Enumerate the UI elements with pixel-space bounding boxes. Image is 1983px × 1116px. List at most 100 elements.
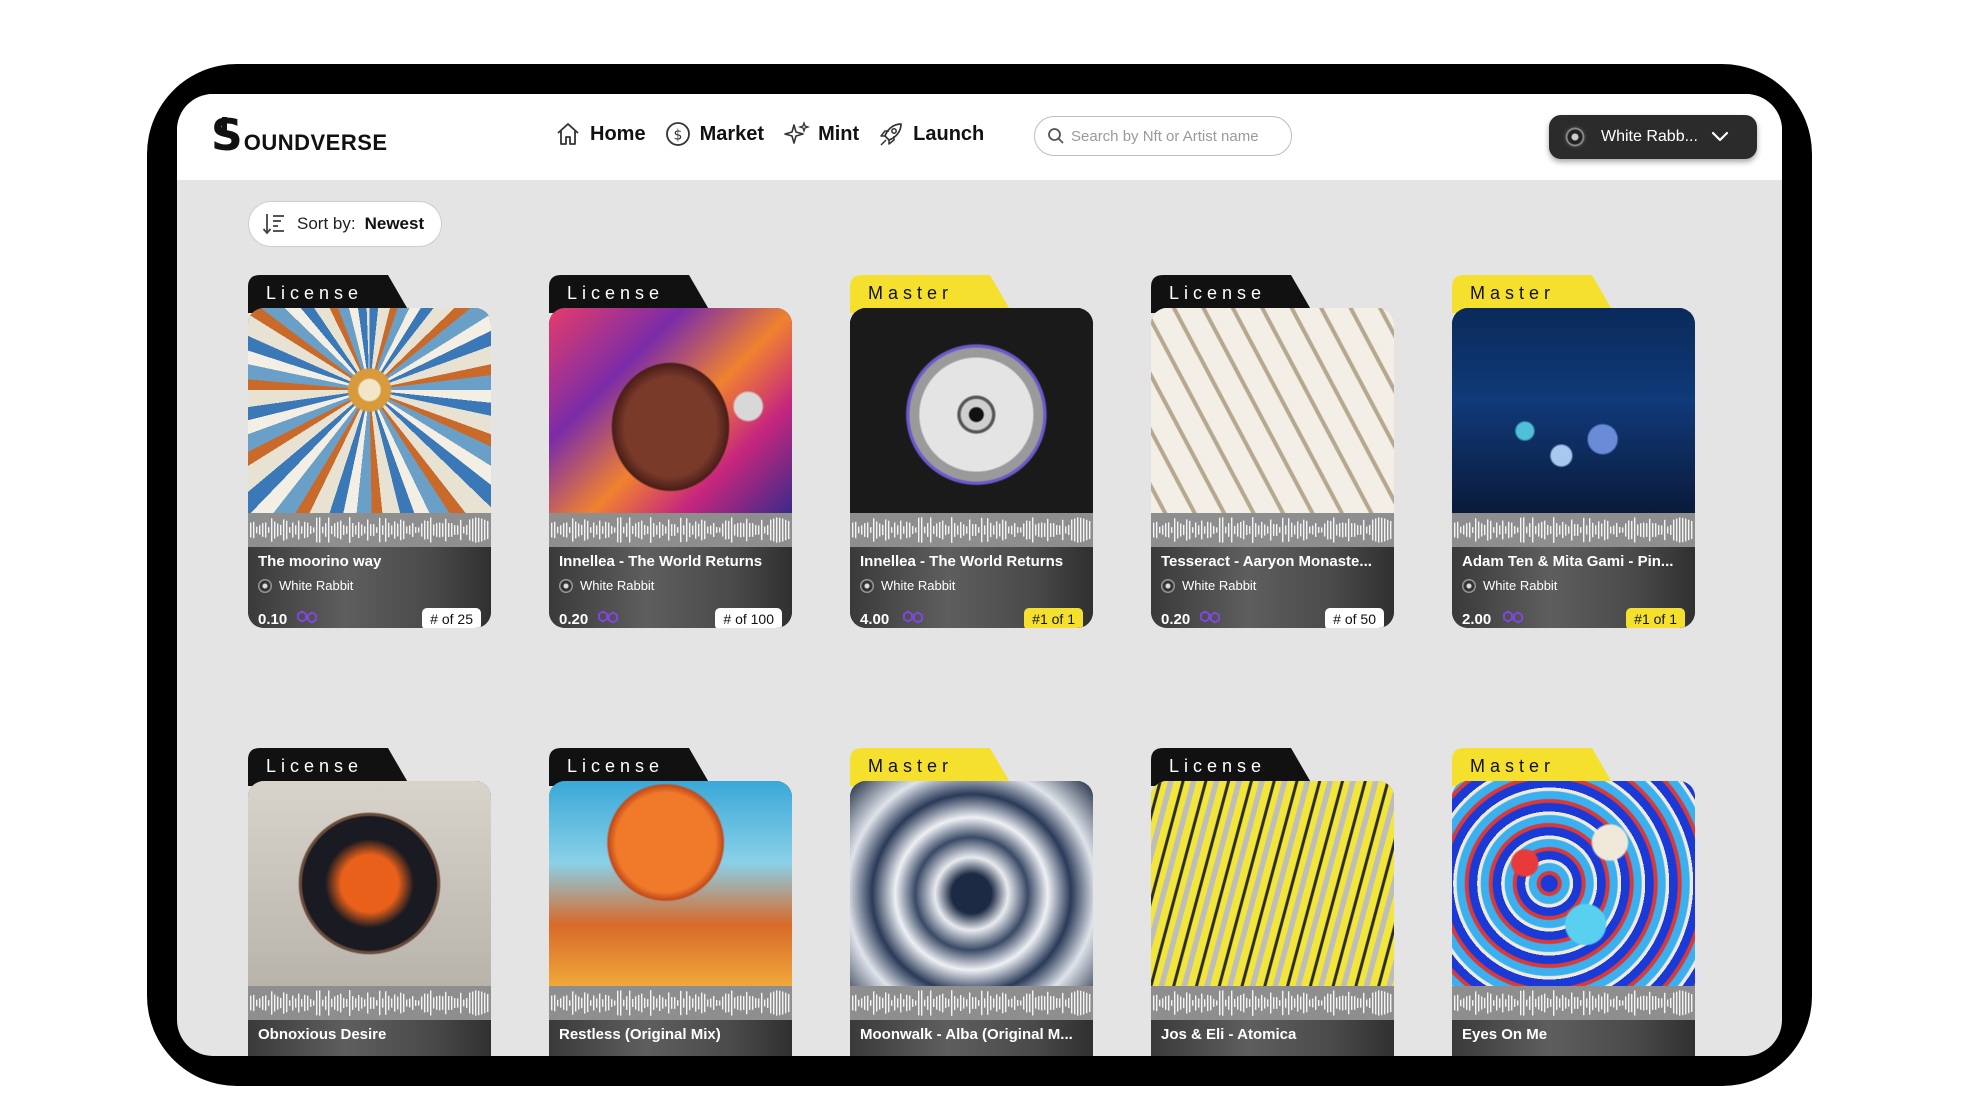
artist-avatar xyxy=(1462,578,1476,593)
card-title: Innellea - The World Returns xyxy=(559,553,763,570)
polygon-chain-icon xyxy=(1503,610,1523,624)
card-info: Tesseract - Aaryon Monaste... White Rabb… xyxy=(1151,547,1394,628)
polygon-chain-icon xyxy=(1200,610,1220,624)
card-body: The moorino way White Rabbit 0.10 # of 2… xyxy=(248,308,491,628)
nft-card[interactable]: Master Adam Ten & Mita Gami - Pin... Whi… xyxy=(1452,275,1695,628)
fluid-marble-artwork xyxy=(1452,781,1695,986)
card-artist[interactable]: White Rabbit xyxy=(860,578,955,593)
waveform xyxy=(850,513,1093,547)
search-icon[interactable] xyxy=(1047,127,1065,145)
soundverse-logo[interactable]: S OUNDVERSE xyxy=(211,114,388,158)
edition-badge: #1 of 1 xyxy=(1024,608,1083,628)
nft-card[interactable]: License Jos & Eli - Atomica xyxy=(1151,748,1394,1056)
card-body: Eyes On Me xyxy=(1452,781,1695,1056)
nft-card[interactable]: License Restless (Original Mix) xyxy=(549,748,792,1056)
dollar-coin-icon: $ xyxy=(665,122,690,146)
card-type-label: License xyxy=(1169,283,1267,303)
card-artist[interactable]: White Rabbit xyxy=(1462,578,1557,593)
card-title: Tesseract - Aaryon Monaste... xyxy=(1161,553,1372,570)
polygon-chain-icon xyxy=(297,610,317,624)
user-menu-button[interactable]: White Rabb... xyxy=(1549,115,1757,159)
waveform xyxy=(850,986,1093,1020)
underwater-artwork xyxy=(1452,308,1695,513)
organic-structure-artwork xyxy=(1151,308,1394,513)
nav-home[interactable]: Home xyxy=(554,120,646,148)
card-artist[interactable]: White Rabbit xyxy=(559,578,654,593)
card-type-label: Master xyxy=(868,283,954,303)
card-artist[interactable]: White Rabbit xyxy=(258,578,353,593)
card-info: Jos & Eli - Atomica xyxy=(1151,1020,1394,1056)
card-price: 4.00 xyxy=(860,611,890,628)
card-info: Innellea - The World Returns White Rabbi… xyxy=(549,547,792,628)
waveform xyxy=(549,513,792,547)
sparkles-icon xyxy=(784,120,811,144)
card-title: The moorino way xyxy=(258,553,382,570)
waveform xyxy=(1151,986,1394,1020)
nft-card[interactable]: License Tesseract - Aaryon Monaste... Wh… xyxy=(1151,275,1394,628)
polygon-chain-icon xyxy=(903,610,923,624)
card-body: Moonwalk - Alba (Original M... xyxy=(850,781,1093,1056)
logo-letter: S xyxy=(211,110,243,161)
card-artist[interactable]: White Rabbit xyxy=(1161,578,1256,593)
cd-case-artwork xyxy=(850,308,1093,513)
waveform-bars xyxy=(1153,990,1392,1016)
nft-card[interactable]: Master Innellea - The World Returns Whit… xyxy=(850,275,1093,628)
nav-launch[interactable]: Launch xyxy=(877,120,984,148)
card-body: Restless (Original Mix) xyxy=(549,781,792,1056)
waveform-bars xyxy=(852,990,1091,1016)
waveform-bars xyxy=(250,990,489,1016)
waveform-bars xyxy=(551,990,790,1016)
artist-avatar xyxy=(1161,578,1175,593)
nav-home-label: Home xyxy=(590,122,646,145)
main-nav: Home $ Market Mint Launch xyxy=(554,120,1002,148)
card-type-label: Master xyxy=(868,756,954,776)
nav-launch-label: Launch xyxy=(913,122,985,145)
card-title: Obnoxious Desire xyxy=(258,1026,387,1043)
polygon-chain-icon xyxy=(598,610,618,624)
card-body: Adam Ten & Mita Gami - Pin... White Rabb… xyxy=(1452,308,1695,628)
user-name: White Rabb... xyxy=(1601,128,1698,145)
card-info: Restless (Original Mix) xyxy=(549,1020,792,1056)
waveform xyxy=(549,986,792,1020)
waveform-bars xyxy=(551,517,790,543)
edition-badge: #1 of 1 xyxy=(1626,608,1685,628)
sort-descending-icon xyxy=(262,214,284,235)
card-price: 0.20 xyxy=(1161,611,1191,628)
portrait-artwork xyxy=(549,308,792,513)
top-navbar: S OUNDVERSE Home $ Market Mint Launch Se… xyxy=(177,94,1782,180)
nft-card[interactable]: Master Moonwalk - Alba (Original M... xyxy=(850,748,1093,1056)
edition-badge: # of 50 xyxy=(1325,608,1384,628)
nav-market[interactable]: $ Market xyxy=(664,120,764,148)
card-type-label: Master xyxy=(1470,283,1556,303)
card-info: Obnoxious Desire xyxy=(248,1020,491,1056)
card-title: Innellea - The World Returns xyxy=(860,553,1064,570)
artist-name: White Rabbit xyxy=(1182,578,1257,593)
card-type-label: License xyxy=(266,283,364,303)
artist-avatar xyxy=(860,578,874,593)
waveform-bars xyxy=(1454,517,1693,543)
nft-card[interactable]: Master Eyes On Me xyxy=(1452,748,1695,1056)
yellow-texture-artwork xyxy=(1151,781,1394,986)
card-type-label: License xyxy=(1169,756,1267,776)
card-info: The moorino way White Rabbit 0.10 # of 2… xyxy=(248,547,491,628)
artist-name: White Rabbit xyxy=(580,578,655,593)
avatar xyxy=(1563,125,1587,149)
search-input[interactable] xyxy=(1069,126,1273,146)
card-price: 0.10 xyxy=(258,611,288,628)
card-type-label: License xyxy=(266,756,364,776)
nav-market-label: Market xyxy=(699,122,765,145)
tablet-frame: S OUNDVERSE Home $ Market Mint Launch Se… xyxy=(147,64,1812,1086)
card-info: Adam Ten & Mita Gami - Pin... White Rabb… xyxy=(1452,547,1695,628)
card-body: Innellea - The World Returns White Rabbi… xyxy=(850,308,1093,628)
sort-value: Newest xyxy=(364,214,425,233)
artist-name: White Rabbit xyxy=(1483,578,1558,593)
waveform-bars xyxy=(250,517,489,543)
card-title: Jos & Eli - Atomica xyxy=(1161,1026,1297,1043)
cloud-vortex-artwork xyxy=(850,781,1093,986)
chevron-down-icon xyxy=(1711,131,1729,142)
nft-card[interactable]: License Obnoxious Desire xyxy=(248,748,491,1056)
sort-dropdown[interactable]: Sort by: Newest xyxy=(248,201,442,247)
nav-mint[interactable]: Mint xyxy=(782,120,859,148)
nft-card[interactable]: License Innellea - The World Returns Whi… xyxy=(549,275,792,628)
nft-card[interactable]: License The moorino way White Rabbit 0.1… xyxy=(248,275,491,628)
